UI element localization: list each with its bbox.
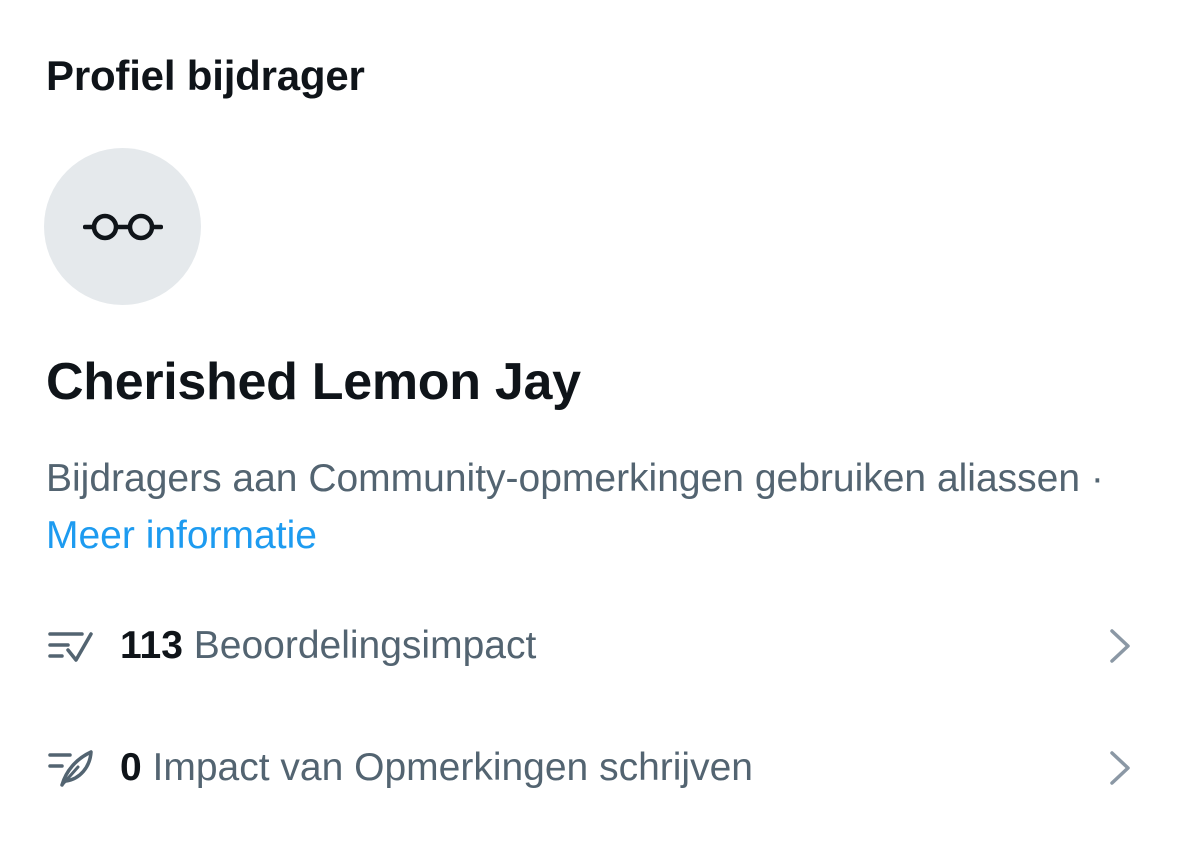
avatar <box>44 148 201 305</box>
rating-impact-row[interactable]: 113 Beoordelingsimpact <box>0 598 1200 694</box>
rating-impact-label: Beoordelingsimpact <box>193 624 537 667</box>
learn-more-link[interactable]: Meer informatie <box>46 514 317 557</box>
glasses-icon <box>82 210 163 244</box>
writing-impact-text: 0 Impact van Opmerkingen schrijven <box>120 743 753 793</box>
writing-impact-value: 0 <box>120 746 142 789</box>
description-separator: · <box>1090 457 1104 500</box>
chevron-right-icon <box>1100 745 1140 791</box>
rating-impact-value: 113 <box>120 624 183 667</box>
writing-impact-label: Impact van Opmerkingen schrijven <box>152 746 753 789</box>
writing-impact-row[interactable]: 0 Impact van Opmerkingen schrijven <box>0 720 1200 816</box>
rating-impact-text: 113 Beoordelingsimpact <box>120 621 536 671</box>
description-text: Bijdragers aan Community-opmerkingen geb… <box>46 457 1081 500</box>
chevron-right-icon <box>1100 623 1140 669</box>
display-name: Cherished Lemon Jay <box>46 353 581 411</box>
rating-check-icon <box>48 623 94 669</box>
profile-description: Bijdragers aan Community-opmerkingen geb… <box>46 450 1106 564</box>
page-title: Profiel bijdrager <box>46 52 365 99</box>
writing-feather-icon <box>48 745 94 791</box>
